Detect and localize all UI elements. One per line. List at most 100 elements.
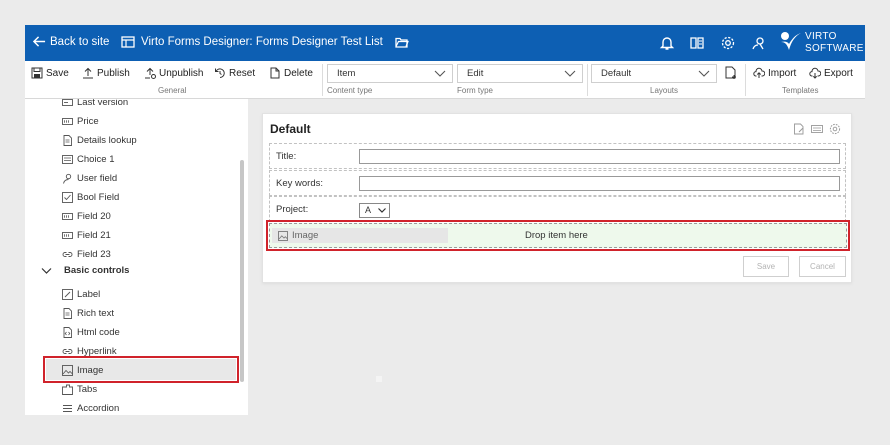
form-type-label: Form type (457, 86, 494, 95)
sidebar-item-label: Field 21 (77, 229, 111, 241)
form-row-project: Project: A (269, 196, 846, 222)
new-layout-icon[interactable] (725, 66, 737, 79)
sidebar-item-price[interactable]: Price (62, 113, 99, 129)
sidebar-item-label: Bool Field (77, 191, 120, 203)
sidebar-item-label: Label (77, 288, 101, 300)
sidebar-control-label[interactable]: Label (62, 286, 100, 302)
link-icon (62, 251, 73, 257)
document-icon (63, 134, 72, 146)
key-words-input[interactable] (359, 176, 840, 191)
document-icon (63, 307, 72, 319)
unpublish-label: Unpublish (159, 67, 204, 79)
bell-icon[interactable] (659, 35, 675, 51)
chevron-down-icon (564, 70, 576, 77)
ribbon-separator (322, 64, 323, 96)
feedback-icon[interactable] (751, 35, 767, 51)
save-button[interactable]: Save (31, 67, 69, 79)
unpublish-icon (145, 67, 156, 79)
gear-icon[interactable] (720, 35, 736, 51)
form-save-button[interactable]: Save (743, 256, 789, 277)
drop-zone-highlight (266, 220, 850, 251)
number-field-icon (62, 231, 73, 239)
chevron-down-icon (698, 70, 710, 77)
sidebar-control-tabs[interactable]: Tabs (62, 381, 97, 397)
delete-page-icon (270, 67, 280, 79)
content-type-dropdown[interactable]: Item (327, 64, 453, 83)
sidebar-item-choice-1[interactable]: Choice 1 (62, 151, 115, 167)
general-group-label: General (158, 86, 187, 95)
sidebar-item-field-21[interactable]: Field 21 (62, 227, 111, 243)
folder-icon[interactable] (395, 36, 409, 49)
content-type-value: Item (337, 68, 356, 79)
keyboard-icon[interactable] (811, 123, 823, 135)
chevron-down-icon (41, 267, 52, 274)
back-to-site-link[interactable]: Back to site (33, 35, 109, 48)
sidebar-scrollbar[interactable] (240, 160, 244, 382)
layouts-label: Layouts (650, 86, 679, 95)
card-toolbar (793, 123, 841, 135)
layouts-dropdown[interactable]: Default (591, 64, 717, 83)
logo-line-2: SOFTWARE (805, 43, 864, 54)
reset-label: Reset (229, 67, 256, 79)
delete-label: Delete (284, 67, 313, 79)
import-button[interactable]: Import (753, 67, 796, 79)
sidebar-item-label: Choice 1 (77, 153, 115, 165)
sidebar-item-bool-field[interactable]: Bool Field (62, 189, 119, 205)
sidebar-item-user-field[interactable]: User field (62, 170, 117, 186)
sidebar-item-label: Html code (77, 326, 120, 338)
top-bar: Back to site Virto Forms Designer: Forms… (25, 25, 865, 61)
choice-icon (62, 154, 73, 164)
sidebar-item-field-20[interactable]: Field 20 (62, 208, 111, 224)
form-row-key-words: Key words: (269, 170, 846, 196)
back-to-site-label: Back to site (50, 35, 110, 48)
edit-page-icon[interactable] (793, 123, 805, 135)
form-row-title: Title: (269, 143, 846, 169)
sidebar-item-label: Accordion (77, 402, 120, 414)
text-field-icon (62, 99, 73, 106)
link-icon (62, 348, 73, 354)
sidebar-item-label: Details lookup (77, 134, 137, 146)
sidebar-item-label: Last version (77, 99, 129, 108)
settings-gear-icon[interactable] (829, 123, 841, 135)
export-button[interactable]: Export (809, 67, 853, 79)
sidebar-item-field-23[interactable]: Field 23 (62, 246, 111, 262)
project-select[interactable]: A (359, 203, 390, 218)
cloud-download-icon (809, 67, 821, 79)
form-designer-canvas: Default Title: Key words: Project: A Ima… (262, 113, 852, 283)
form-layout-title: Default (270, 122, 311, 136)
sidebar-control-rich-text[interactable]: Rich text (62, 305, 114, 321)
sidebar-item-label: Rich text (77, 307, 114, 319)
reset-icon (215, 68, 225, 78)
ribbon-toolbar: Save Publish Unpublish Reset Delete Gene… (25, 61, 865, 99)
save-label: Save (46, 67, 69, 79)
accordion-icon (63, 404, 72, 412)
unpublish-button[interactable]: Unpublish (144, 67, 203, 79)
image-icon (62, 364, 73, 376)
title-field-label: Title: (276, 151, 297, 162)
sidebar-item-label: Price (77, 115, 99, 127)
publish-label: Publish (97, 67, 130, 79)
sidebar-item-label: Field 20 (77, 210, 111, 222)
ribbon-separator (587, 64, 588, 96)
sidebar-item-label: User field (77, 172, 118, 184)
title-input[interactable] (359, 149, 840, 164)
page-title: Virto Forms Designer: Forms Designer Tes… (121, 35, 409, 49)
delete-button[interactable]: Delete (269, 67, 313, 79)
chevron-down-icon (378, 208, 386, 213)
reset-button[interactable]: Reset (214, 67, 255, 79)
book-icon[interactable] (689, 35, 705, 51)
layouts-value: Default (601, 68, 632, 79)
number-field-icon (62, 212, 73, 220)
chevron-down-icon (434, 70, 446, 77)
form-type-dropdown[interactable]: Edit (457, 64, 583, 83)
sidebar-control-accordion[interactable]: Accordion (62, 400, 119, 416)
label-icon (62, 288, 73, 300)
sidebar-control-image[interactable]: Image (62, 362, 103, 378)
page-title-text: Virto Forms Designer: Forms Designer Tes… (141, 36, 383, 48)
sidebar-item-details-lookup[interactable]: Details lookup (62, 132, 137, 148)
form-cancel-button[interactable]: Cancel (799, 256, 846, 277)
publish-button[interactable]: Publish (82, 67, 130, 79)
basic-controls-group-header[interactable]: Basic controls (41, 265, 129, 276)
sidebar-item-last-version[interactable]: Last version (62, 99, 128, 110)
sidebar-control-html-code[interactable]: Html code (62, 324, 120, 340)
